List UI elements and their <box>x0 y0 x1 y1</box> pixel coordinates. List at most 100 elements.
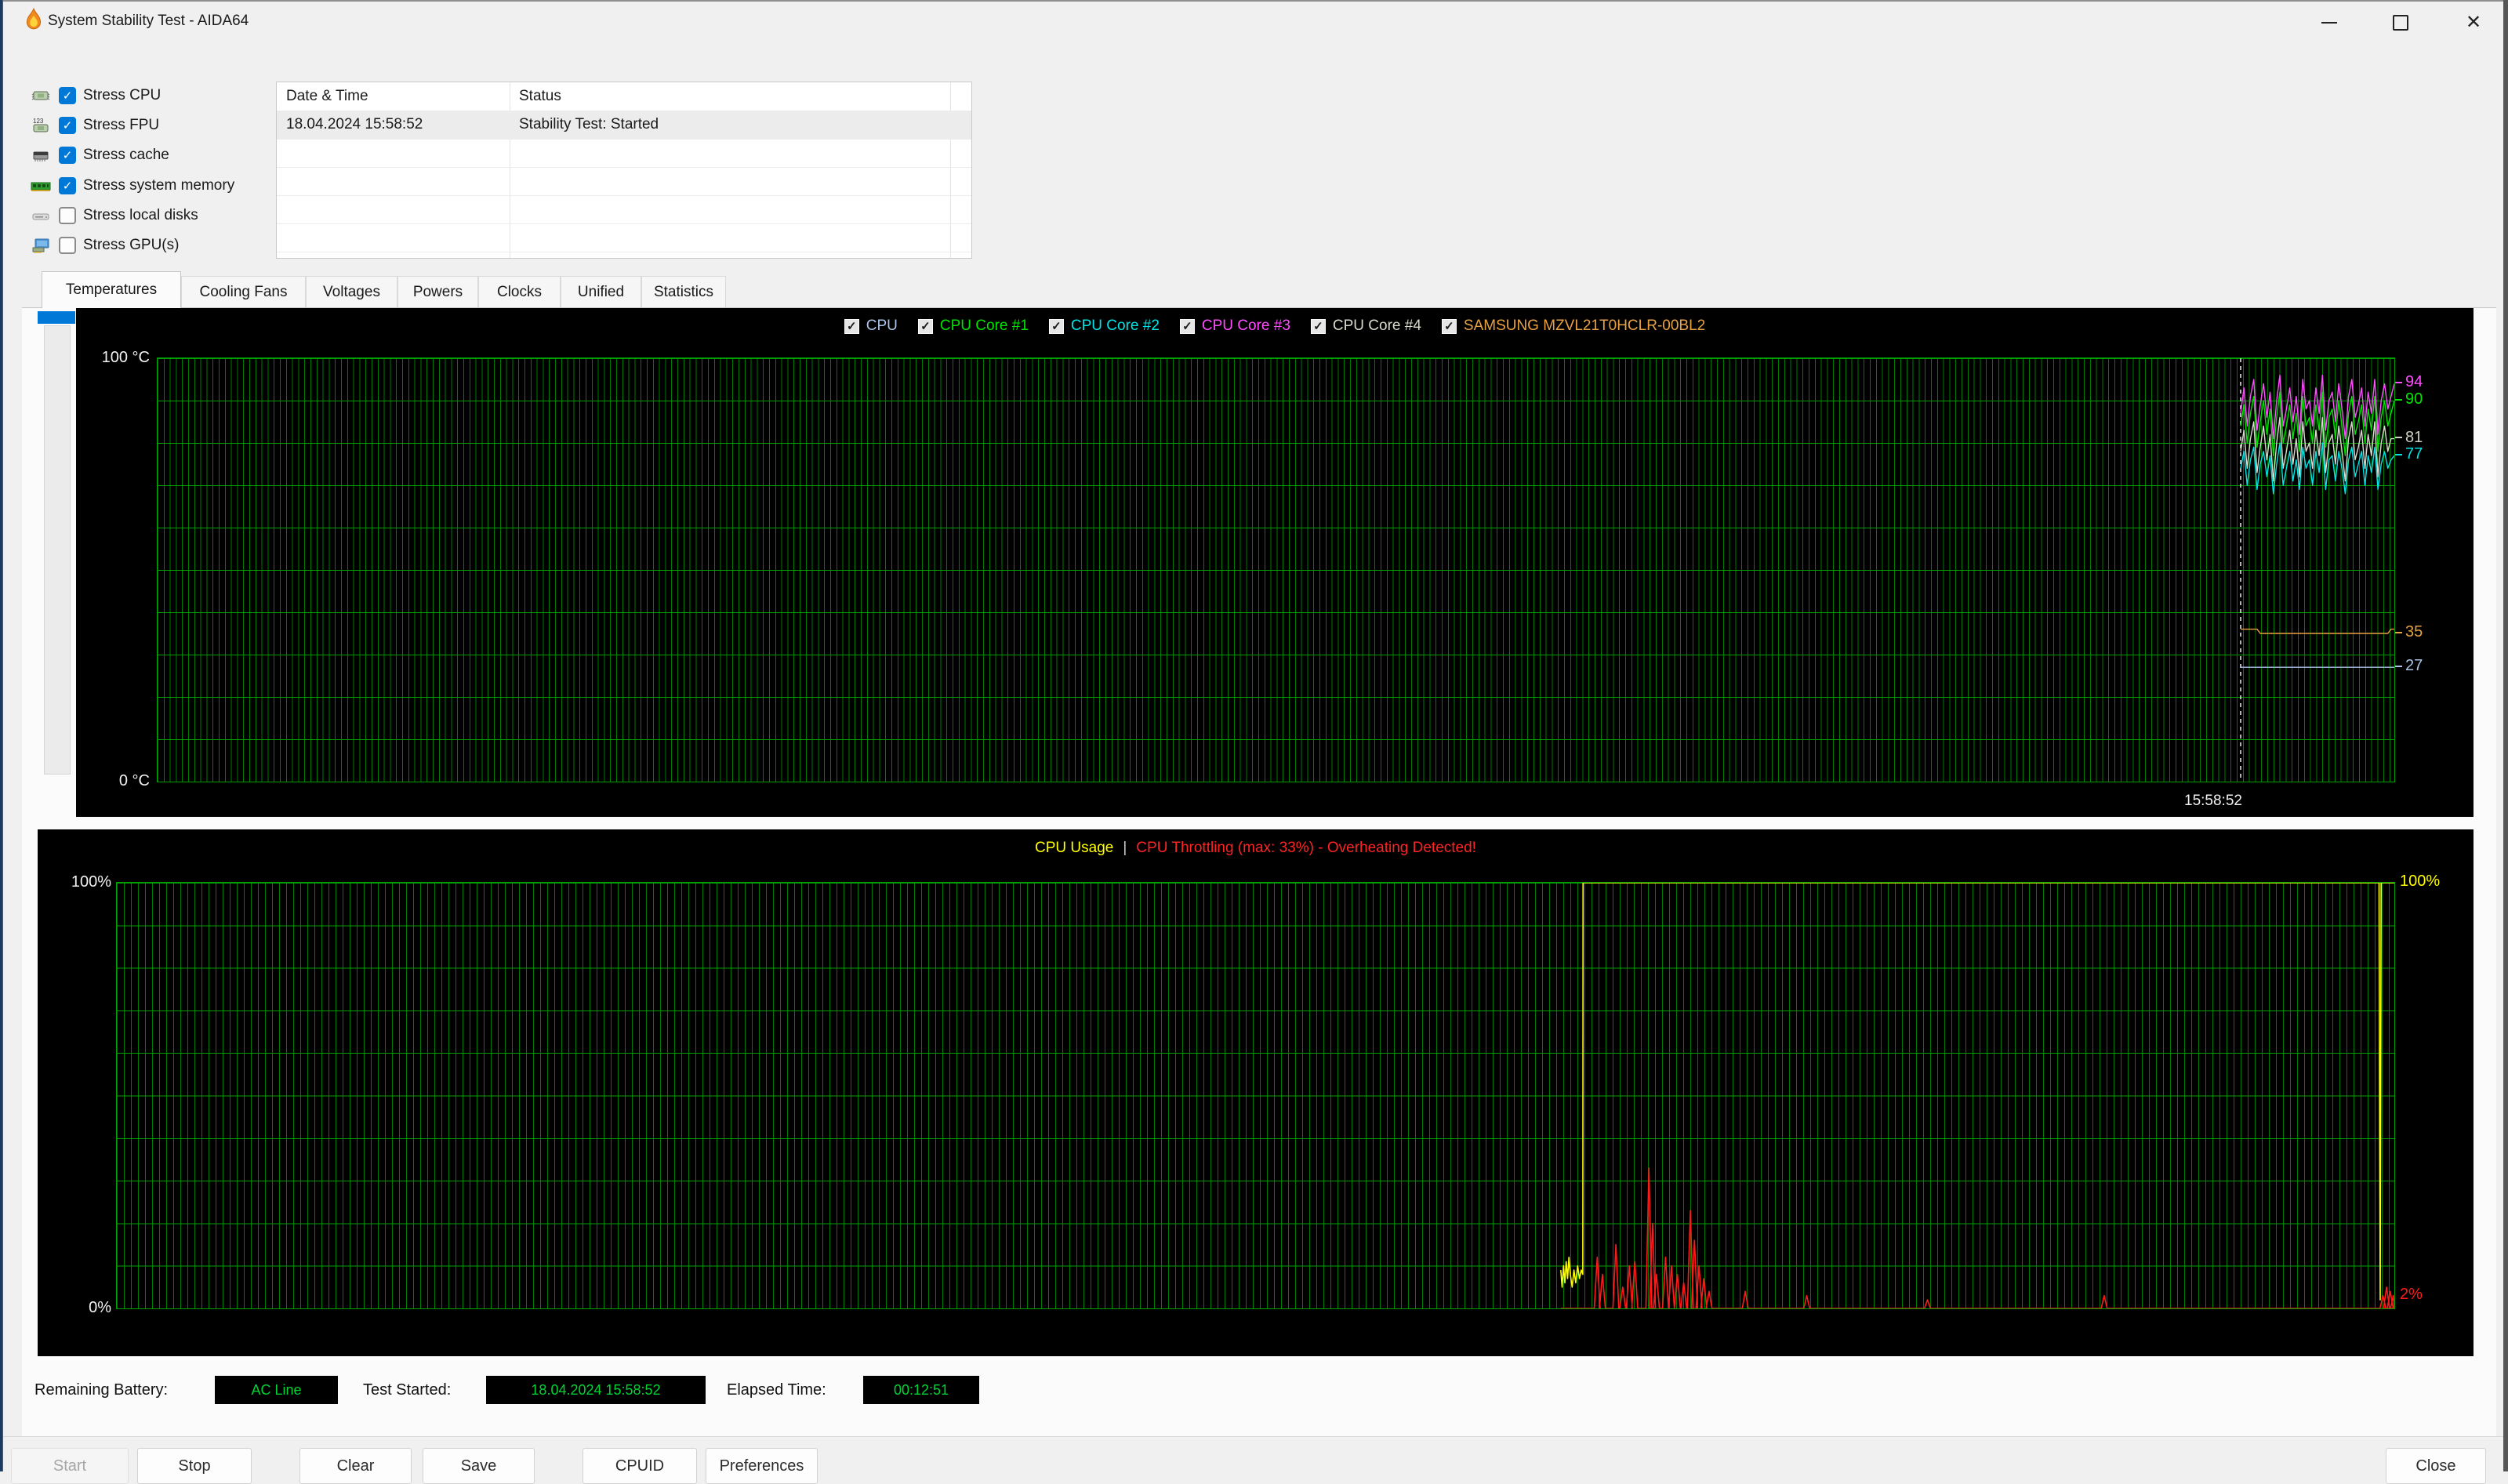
legend-ssd-checkbox[interactable]: ✓ <box>1441 318 1457 334</box>
legend-item-cpu-core3: ✓ CPU Core #3 <box>1179 317 1290 335</box>
legend-item-cpu-core4: ✓ CPU Core #4 <box>1310 317 1421 335</box>
elapsed-time-label: Elapsed Time: <box>727 1381 826 1399</box>
legend-core4-checkbox[interactable]: ✓ <box>1310 318 1326 334</box>
tab-clocks[interactable]: Clocks <box>478 276 561 307</box>
temp-current-value-94: 94 <box>2395 373 2423 391</box>
stop-button[interactable]: Stop <box>137 1448 252 1484</box>
disk-drive-icon <box>30 207 52 224</box>
stress-memory-label: Stress system memory <box>83 177 235 194</box>
fpu-chip-icon: 123 <box>30 117 52 134</box>
legend-item-cpu-core2: ✓ CPU Core #2 <box>1048 317 1160 335</box>
stress-gpu-row: ✓ Stress GPU(s) <box>30 235 179 256</box>
log-row-empty <box>277 167 971 196</box>
preferences-button[interactable]: Preferences <box>706 1448 818 1484</box>
usage-axis-min-label: 0% <box>89 1299 111 1316</box>
stress-cache-checkbox[interactable]: ✓ <box>59 147 76 164</box>
stress-cpu-label: Stress CPU <box>83 87 162 103</box>
cpuid-button[interactable]: CPUID <box>583 1448 697 1484</box>
legend-core3-checkbox[interactable]: ✓ <box>1179 318 1195 334</box>
svg-text:123: 123 <box>33 118 44 125</box>
tab-voltages[interactable]: Voltages <box>306 276 397 307</box>
stress-gpu-checkbox[interactable]: ✓ <box>59 237 76 254</box>
temp-current-value-35: 35 <box>2395 623 2423 641</box>
tab-temperatures[interactable]: Temperatures <box>42 271 181 308</box>
clear-button[interactable]: Clear <box>299 1448 412 1484</box>
minimize-icon <box>2321 22 2337 24</box>
usage-title-throttling-warning: CPU Throttling (max: 33%) - Overheating … <box>1136 840 1476 856</box>
legend-item-cpu-core1: ✓ CPU Core #1 <box>917 317 1029 335</box>
log-row-selected[interactable]: 18.04.2024 15:58:52 Stability Test: Star… <box>277 111 971 140</box>
stress-gpu-label: Stress GPU(s) <box>83 237 180 253</box>
stress-memory-checkbox[interactable]: ✓ <box>59 177 76 194</box>
legend-cpu-checkbox[interactable]: ✓ <box>844 318 859 334</box>
maximize-icon <box>2393 15 2408 31</box>
cpu-usage-chart-panel: CPU Usage | CPU Throttling (max: 33%) - … <box>38 829 2474 1356</box>
temp-current-value-81: 81 <box>2395 429 2423 447</box>
minimize-button[interactable] <box>2306 8 2353 38</box>
log-row-datetime: 18.04.2024 15:58:52 <box>286 116 423 132</box>
save-button[interactable]: Save <box>423 1448 535 1484</box>
window-border-left-inner <box>2 0 3 1471</box>
usage-title-cpu-usage: CPU Usage <box>1035 840 1114 856</box>
stress-fpu-label: Stress FPU <box>83 117 160 133</box>
temperature-legend: ✓ CPU ✓ CPU Core #1 ✓ CPU Core #2 ✓ CPU … <box>76 317 2474 335</box>
temp-current-value-90: 90 <box>2395 390 2423 408</box>
stress-disks-checkbox[interactable]: ✓ <box>59 207 76 224</box>
log-row-empty <box>277 195 971 224</box>
chart-scrollbar-thumb[interactable] <box>38 311 75 324</box>
close-icon: ✕ <box>2465 12 2482 33</box>
memory-module-icon <box>30 177 52 194</box>
stress-disks-row: ✓ Stress local disks <box>30 205 198 226</box>
legend-item-cpu: ✓ CPU <box>844 317 898 335</box>
tab-cooling-fans[interactable]: Cooling Fans <box>181 276 306 307</box>
stress-cache-row: ✓ Stress cache <box>30 145 169 165</box>
usage-chart-title: CPU Usage | CPU Throttling (max: 33%) - … <box>38 840 2474 857</box>
start-button[interactable]: Start <box>11 1448 129 1484</box>
log-row-empty <box>277 223 971 252</box>
cpu-chip-icon <box>30 87 52 104</box>
test-start-time-label: 15:58:52 <box>2184 793 2242 809</box>
test-started-value: 18.04.2024 15:58:52 <box>486 1376 706 1404</box>
stress-cpu-row: ✓ Stress CPU <box>30 85 161 106</box>
temperature-chart-panel: ✓ CPU ✓ CPU Core #1 ✓ CPU Core #2 ✓ CPU … <box>76 308 2474 817</box>
legend-core2-checkbox[interactable]: ✓ <box>1048 318 1064 334</box>
temp-current-value-27: 27 <box>2395 657 2423 675</box>
test-started-label: Test Started: <box>363 1381 452 1399</box>
remaining-battery-value: AC Line <box>215 1376 338 1404</box>
title-bar: System Stability Test - AIDA64 ✕ <box>3 2 2503 39</box>
close-button[interactable]: Close <box>2386 1448 2486 1484</box>
aida64-flame-icon <box>24 7 44 35</box>
close-window-button[interactable]: ✕ <box>2450 8 2497 38</box>
chart-scrollbar-track[interactable] <box>44 325 71 775</box>
usage-title-separator: | <box>1123 840 1127 856</box>
usage-current-value-100%: 100% <box>2400 873 2441 890</box>
log-row-empty <box>277 139 971 168</box>
window-border-right <box>2503 0 2508 1471</box>
log-row-status: Stability Test: Started <box>519 116 659 132</box>
temp-axis-min-label: 0 °C <box>118 772 150 789</box>
temp-axis-max-label: 100 °C <box>101 349 150 366</box>
stress-disks-label: Stress local disks <box>83 207 198 223</box>
cache-chip-icon <box>30 147 52 164</box>
stress-cache-label: Stress cache <box>83 147 169 163</box>
window-title: System Stability Test - AIDA64 <box>48 13 249 29</box>
gpu-icon <box>30 237 52 254</box>
usage-current-value-2%: 2% <box>2400 1285 2423 1303</box>
log-table-header: Date & Time Status <box>277 82 971 111</box>
usage-axis-max-label: 100% <box>71 873 111 891</box>
usage-traces <box>1560 883 2394 1308</box>
status-log-table: Date & Time Status 18.04.2024 15:58:52 S… <box>276 82 972 259</box>
elapsed-time-value: 00:12:51 <box>863 1376 979 1404</box>
tab-unified[interactable]: Unified <box>561 276 641 307</box>
stress-fpu-checkbox[interactable]: ✓ <box>59 117 76 134</box>
stress-memory-row: ✓ Stress system memory <box>30 176 234 196</box>
legend-item-samsung-ssd: ✓ SAMSUNG MZVL21T0HCLR-00BL2 <box>1441 317 1705 335</box>
tab-statistics[interactable]: Statistics <box>641 276 726 307</box>
legend-core1-checkbox[interactable]: ✓ <box>917 318 933 334</box>
stress-cpu-checkbox[interactable]: ✓ <box>59 87 76 104</box>
temperature-traces <box>2240 358 2394 782</box>
log-col-date-time[interactable]: Date & Time <box>277 82 368 111</box>
log-col-status[interactable]: Status <box>510 82 561 111</box>
tab-powers[interactable]: Powers <box>397 276 478 307</box>
maximize-button[interactable] <box>2377 8 2424 38</box>
